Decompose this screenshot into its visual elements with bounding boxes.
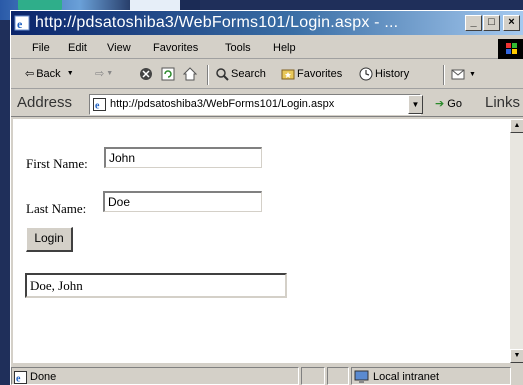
search-label: Search (231, 68, 266, 80)
maximize-button[interactable]: □ (483, 15, 500, 31)
first-name-input[interactable]: John (104, 147, 262, 168)
home-button[interactable] (183, 67, 197, 81)
status-pane (327, 367, 349, 385)
minimize-button[interactable]: _ (465, 15, 482, 31)
window-title: http://pdsatoshiba3/WebForms101/Login.as… (35, 14, 399, 31)
mail-button[interactable]: ▼ (451, 67, 476, 81)
title-bar[interactable]: e http://pdsatoshiba3/WebForms101/Login.… (11, 11, 523, 35)
vertical-scrollbar[interactable]: ▲ ▼ (510, 119, 523, 363)
login-button[interactable]: Login (26, 227, 73, 252)
status-pane (301, 367, 325, 385)
first-name-label: First Name: (26, 156, 88, 171)
links-button[interactable]: Links (485, 94, 520, 111)
menu-file[interactable]: File (32, 42, 50, 54)
windows-logo-icon (498, 39, 523, 59)
security-zone-label: Local intranet (373, 371, 440, 383)
history-label: History (375, 68, 410, 80)
toolbar-separator (207, 65, 209, 85)
history-button[interactable]: History (359, 67, 409, 81)
status-bar: e Done Local intranet (11, 365, 523, 385)
close-button[interactable]: × (503, 15, 520, 31)
address-dropdown-button[interactable]: ▼ (408, 95, 423, 114)
go-button[interactable]: ➔ Go (435, 97, 462, 110)
address-bar: Address e http://pdsatoshiba3/WebForms10… (11, 91, 523, 117)
forward-arrow-icon: ⇨ (95, 68, 105, 80)
status-text: Done (30, 371, 57, 383)
stop-icon (140, 68, 152, 80)
chevron-down-icon: ▼ (411, 100, 420, 109)
go-arrow-icon: ➔ (435, 98, 445, 110)
favorites-folder-icon (281, 69, 295, 80)
chevron-down-icon[interactable]: ▼ (67, 70, 74, 77)
security-zone-pane: Local intranet (351, 367, 511, 385)
menu-view[interactable]: View (107, 42, 131, 54)
address-url: http://pdsatoshiba3/WebForms101/Login.as… (110, 98, 335, 110)
address-input[interactable]: e http://pdsatoshiba3/WebForms101/Login.… (89, 94, 421, 115)
search-button[interactable]: Search (215, 67, 266, 81)
chevron-down-icon[interactable]: ▼ (469, 71, 476, 78)
scroll-up-arrow-icon[interactable]: ▲ (510, 119, 523, 133)
svg-text:e: e (95, 101, 100, 112)
favorites-button[interactable]: Favorites (281, 67, 342, 81)
menu-help[interactable]: Help (273, 42, 296, 54)
menu-edit[interactable]: Edit (68, 42, 87, 54)
result-textbox[interactable]: Doe, John (25, 273, 287, 298)
history-icon (359, 67, 373, 81)
ie-page-icon: e (14, 15, 30, 31)
svg-text:e: e (16, 373, 21, 384)
favorites-label: Favorites (297, 68, 343, 80)
back-label: Back (36, 67, 61, 80)
local-intranet-icon (354, 370, 369, 383)
svg-text:e: e (17, 17, 23, 31)
address-label: Address (17, 94, 73, 111)
refresh-icon (161, 67, 175, 81)
go-label: Go (447, 98, 462, 110)
chevron-down-icon[interactable]: ▼ (106, 70, 113, 77)
toolbar-separator (443, 65, 445, 85)
standard-toolbar: ⇦ Back ▼ ⇨ ▼ Search Favorites History ▼ (11, 61, 523, 89)
status-text-pane: e Done (11, 367, 299, 385)
page-icon: e (93, 98, 106, 111)
back-arrow-icon: ⇦ (25, 68, 35, 80)
menu-bar: File Edit View Favorites Tools Help (11, 37, 523, 59)
forward-button[interactable]: ⇨ ▼ (95, 67, 113, 80)
scroll-down-arrow-icon[interactable]: ▼ (510, 349, 523, 363)
page-content: First Name: John Last Name: Doe Login Do… (13, 119, 510, 363)
page-done-icon: e (14, 370, 27, 384)
menu-tools[interactable]: Tools (225, 42, 251, 54)
back-button[interactable]: ⇦ Back ▼ (25, 67, 74, 81)
last-name-label: Last Name: (26, 201, 87, 216)
refresh-button[interactable] (161, 67, 175, 81)
last-name-input[interactable]: Doe (103, 191, 262, 212)
stop-button[interactable] (139, 67, 153, 81)
mail-icon (451, 69, 465, 80)
search-icon (216, 68, 229, 81)
menu-favorites[interactable]: Favorites (153, 42, 198, 54)
browser-window: e http://pdsatoshiba3/WebForms101/Login.… (10, 10, 523, 385)
home-icon (183, 67, 197, 81)
